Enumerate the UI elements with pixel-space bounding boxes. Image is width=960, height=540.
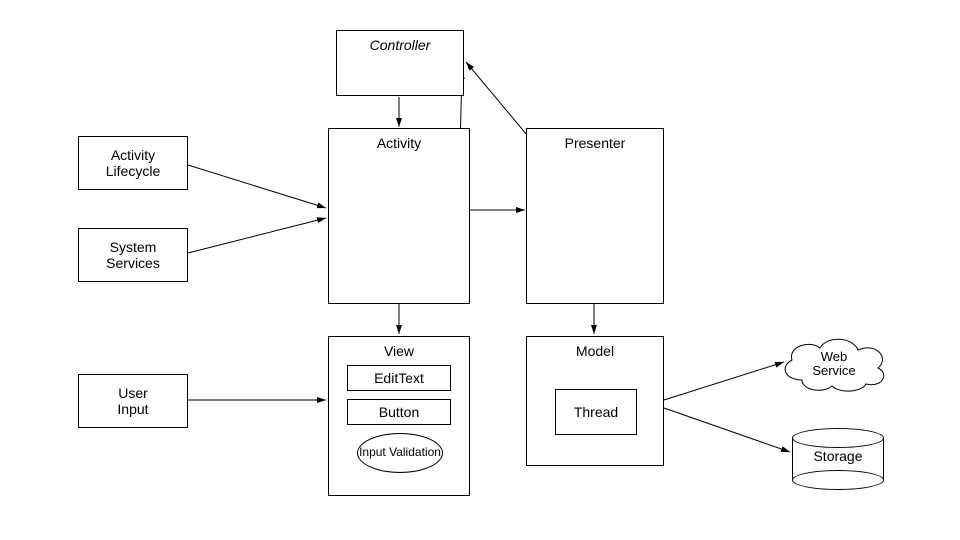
activity-label: Activity — [329, 135, 469, 151]
activity-lifecycle-label: Activity Lifecycle — [106, 147, 160, 179]
activity-box: Activity — [328, 128, 470, 304]
presenter-box: Presenter — [526, 128, 664, 304]
edittext-label: EditText — [374, 370, 424, 386]
model-box: Model Thread — [526, 336, 664, 466]
presenter-label: Presenter — [527, 135, 663, 151]
activity-lifecycle-box: Activity Lifecycle — [78, 136, 188, 190]
user-input-label: User Input — [117, 385, 148, 417]
edittext-box: EditText — [347, 365, 451, 391]
architecture-diagram: Controller Activity Presenter View EditT… — [0, 0, 960, 540]
input-validation-label: Input Validation — [359, 446, 441, 459]
view-label: View — [329, 343, 469, 359]
user-input-box: User Input — [78, 374, 188, 428]
storage-label: Storage — [792, 448, 884, 464]
thread-label: Thread — [574, 404, 618, 420]
web-service-label: Web Service — [774, 332, 894, 396]
thread-box: Thread — [555, 389, 637, 435]
controller-box: Controller — [336, 30, 464, 96]
system-services-box: System Services — [78, 228, 188, 282]
controller-label: Controller — [337, 37, 463, 53]
button-box: Button — [347, 399, 451, 425]
input-validation-ellipse: Input Validation — [357, 433, 443, 473]
model-label: Model — [527, 343, 663, 359]
view-box: View EditText Button Input Validation — [328, 336, 470, 496]
system-services-label: System Services — [106, 239, 160, 271]
button-label: Button — [379, 404, 419, 420]
